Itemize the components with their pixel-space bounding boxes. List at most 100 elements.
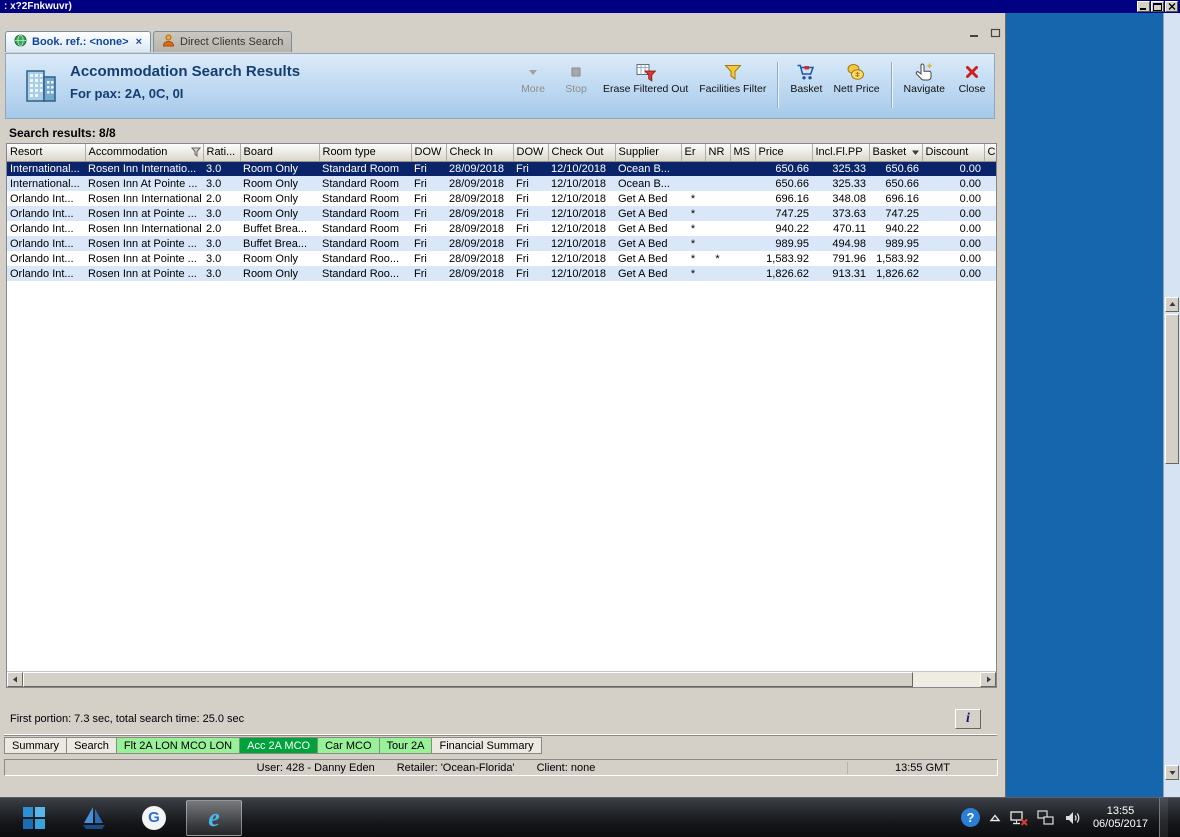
cell-supplier: Get A Bed	[615, 206, 681, 221]
col-header-supplier[interactable]: Supplier	[615, 144, 682, 162]
result-row-5[interactable]: Orlando Int... Rosen Inn International 2.0…	[7, 221, 996, 236]
col-header-incl-fl-pp[interactable]: Incl.Fl.PP	[812, 144, 870, 162]
page-title: Accommodation Search Results	[70, 63, 301, 80]
taskbar-app-chrome-g[interactable]: G	[126, 800, 182, 836]
mdi-minimize-button[interactable]	[967, 26, 982, 39]
result-row-7[interactable]: Orlando Int... Rosen Inn at Pointe ... 3.0…	[7, 251, 996, 266]
close-button[interactable]	[1165, 1, 1178, 12]
tab-book-ref-none[interactable]: Book. ref.: <none> ×	[5, 31, 152, 52]
bottom-tab-acc-2a-mco[interactable]: Acc 2A MCO	[240, 737, 319, 754]
taskbar-apps: Ge	[4, 798, 244, 837]
screen: : x?2Fnkwuvr) Book. ref.: <none> × Direct …	[0, 0, 1180, 837]
col-header-check-in[interactable]: Check In	[446, 144, 514, 162]
toolbar-close[interactable]: Close	[956, 61, 988, 95]
cell-supplier: Get A Bed	[618, 222, 668, 235]
col-label: Resort	[10, 146, 43, 159]
toolbar-basket[interactable]: Basket	[790, 61, 822, 95]
scroll-left-button[interactable]	[7, 672, 23, 687]
cell-dow-out: Fri	[513, 161, 548, 176]
toolbar-nett-price[interactable]: Nett Price	[833, 61, 880, 95]
col-header-rating[interactable]: Rati...	[203, 144, 241, 162]
col-header-board[interactable]: Board	[240, 144, 320, 162]
col-header-basket[interactable]: Basket	[869, 144, 923, 162]
result-row-1[interactable]: International... Rosen Inn Internatio... 3…	[7, 161, 996, 176]
taskbar-app-ie-e[interactable]: e	[186, 799, 242, 836]
results-summary: Search results: 8/8	[9, 126, 116, 140]
window-titlebar[interactable]: : x?2Fnkwuvr)	[0, 0, 1180, 13]
col-header-price[interactable]: Price	[755, 144, 813, 162]
column-sort-icon[interactable]	[911, 148, 920, 160]
cell-check-out: 12/10/2018	[551, 252, 607, 265]
toolbar-facilities-filter[interactable]: Facilities Filter	[699, 61, 766, 95]
cell-c	[984, 176, 996, 191]
col-header-discount[interactable]: Discount	[922, 144, 985, 162]
tray-vol-button[interactable]	[1064, 810, 1082, 826]
col-header-accommodation[interactable]: Accommodation	[85, 144, 204, 162]
bottom-tab-flt-2a-lon-mco-lon[interactable]: Flt 2A LON MCO LON	[116, 737, 241, 754]
bottom-tab-search[interactable]: Search	[67, 737, 117, 754]
cell-room-type: Standard Room	[322, 222, 400, 235]
tray-net-x-button[interactable]	[1010, 810, 1028, 826]
cell-board: Room Only	[240, 266, 319, 281]
maximize-button[interactable]	[1151, 1, 1164, 12]
network-error-icon	[1010, 810, 1028, 826]
result-row-6[interactable]: Orlando Int... Rosen Inn at Pointe ... 3.0…	[7, 236, 996, 251]
cell-accommodation: Rosen Inn at Pointe ...	[88, 252, 197, 265]
scroll-up-button[interactable]	[1165, 297, 1179, 312]
result-row-3[interactable]: Orlando Int... Rosen Inn International 2.0…	[7, 191, 996, 206]
cell-room-type: Standard Roo...	[322, 252, 400, 265]
cell-board: Room Only	[240, 176, 319, 191]
cell-discount: 0.00	[959, 222, 981, 235]
cell-incl-fl-pp: 913.31	[812, 266, 869, 281]
scroll-right-button[interactable]	[980, 672, 996, 687]
mdi-restore-button[interactable]	[988, 26, 1003, 39]
col-header-dow-in[interactable]: DOW	[411, 144, 447, 162]
cell-discount: 0.00	[922, 176, 984, 191]
show-desktop-button[interactable]	[1159, 798, 1168, 837]
taskbar-app-windows-logo[interactable]	[6, 800, 62, 836]
cell-check-in: 28/09/2018	[449, 192, 505, 205]
col-header-check-out[interactable]: Check Out	[548, 144, 616, 162]
scroll-thumb[interactable]	[1165, 314, 1179, 464]
tray-hidden-button[interactable]	[989, 813, 1001, 823]
col-header-nr[interactable]: NR	[705, 144, 731, 162]
bottom-tab-summary[interactable]: Summary	[4, 737, 68, 754]
col-header-ms[interactable]: MS	[730, 144, 756, 162]
bottom-tab-car-mco[interactable]: Car MCO	[318, 737, 380, 754]
col-header-er[interactable]: Er	[681, 144, 706, 162]
col-header-resort[interactable]: Resort	[7, 144, 86, 162]
toolbar-navigate[interactable]: Navigate	[904, 61, 945, 95]
col-header-c[interactable]: C	[984, 144, 996, 162]
scroll-down-button[interactable]	[1165, 765, 1179, 780]
system-tray: ? 13:55 06/05/2017	[960, 798, 1168, 837]
cell-supplier: Get A Bed	[618, 192, 668, 205]
scroll-track[interactable]	[23, 672, 980, 687]
taskbar-app-sailboat[interactable]	[66, 800, 122, 836]
cell-basket: 940.22	[885, 222, 919, 235]
cell-supplier: Get A Bed	[618, 252, 668, 265]
taskbar-clock[interactable]: 13:55 06/05/2017	[1093, 805, 1148, 831]
scroll-thumb[interactable]	[23, 672, 913, 687]
col-header-dow-out[interactable]: DOW	[513, 144, 549, 162]
tray-help-button[interactable]: ?	[960, 808, 980, 827]
bottom-tab-tour-2a[interactable]: Tour 2A	[379, 737, 433, 754]
toolbar-label: More	[521, 83, 545, 95]
tab-close-icon[interactable]: ×	[136, 36, 142, 48]
tab-direct-clients-search[interactable]: Direct Clients Search	[153, 31, 293, 52]
col-header-room-type[interactable]: Room type	[319, 144, 412, 162]
result-row-8[interactable]: Orlando Int... Rosen Inn at Pointe ... 3.0…	[7, 266, 996, 281]
cell-discount: 0.00	[922, 236, 984, 251]
info-button[interactable]: i	[955, 709, 981, 729]
cell-incl-fl-pp: 494.98	[812, 236, 869, 251]
cell-incl-fl-pp: 325.33	[812, 161, 869, 176]
column-filter-icon[interactable]	[190, 147, 201, 160]
toolbar-erase-filtered-out[interactable]: Erase Filtered Out	[603, 61, 688, 95]
result-row-2[interactable]: International... Rosen Inn At Pointe ... 3…	[7, 176, 996, 191]
col-label: Supplier	[618, 146, 659, 159]
bottom-tab-financial-summary[interactable]: Financial Summary	[432, 737, 542, 754]
desktop-scrollbar[interactable]	[1163, 13, 1180, 797]
building-icon	[26, 70, 56, 102]
result-row-4[interactable]: Orlando Int... Rosen Inn at Pointe ... 3.0…	[7, 206, 996, 221]
tray-net-button[interactable]	[1037, 809, 1055, 826]
minimize-button[interactable]	[1137, 1, 1150, 12]
